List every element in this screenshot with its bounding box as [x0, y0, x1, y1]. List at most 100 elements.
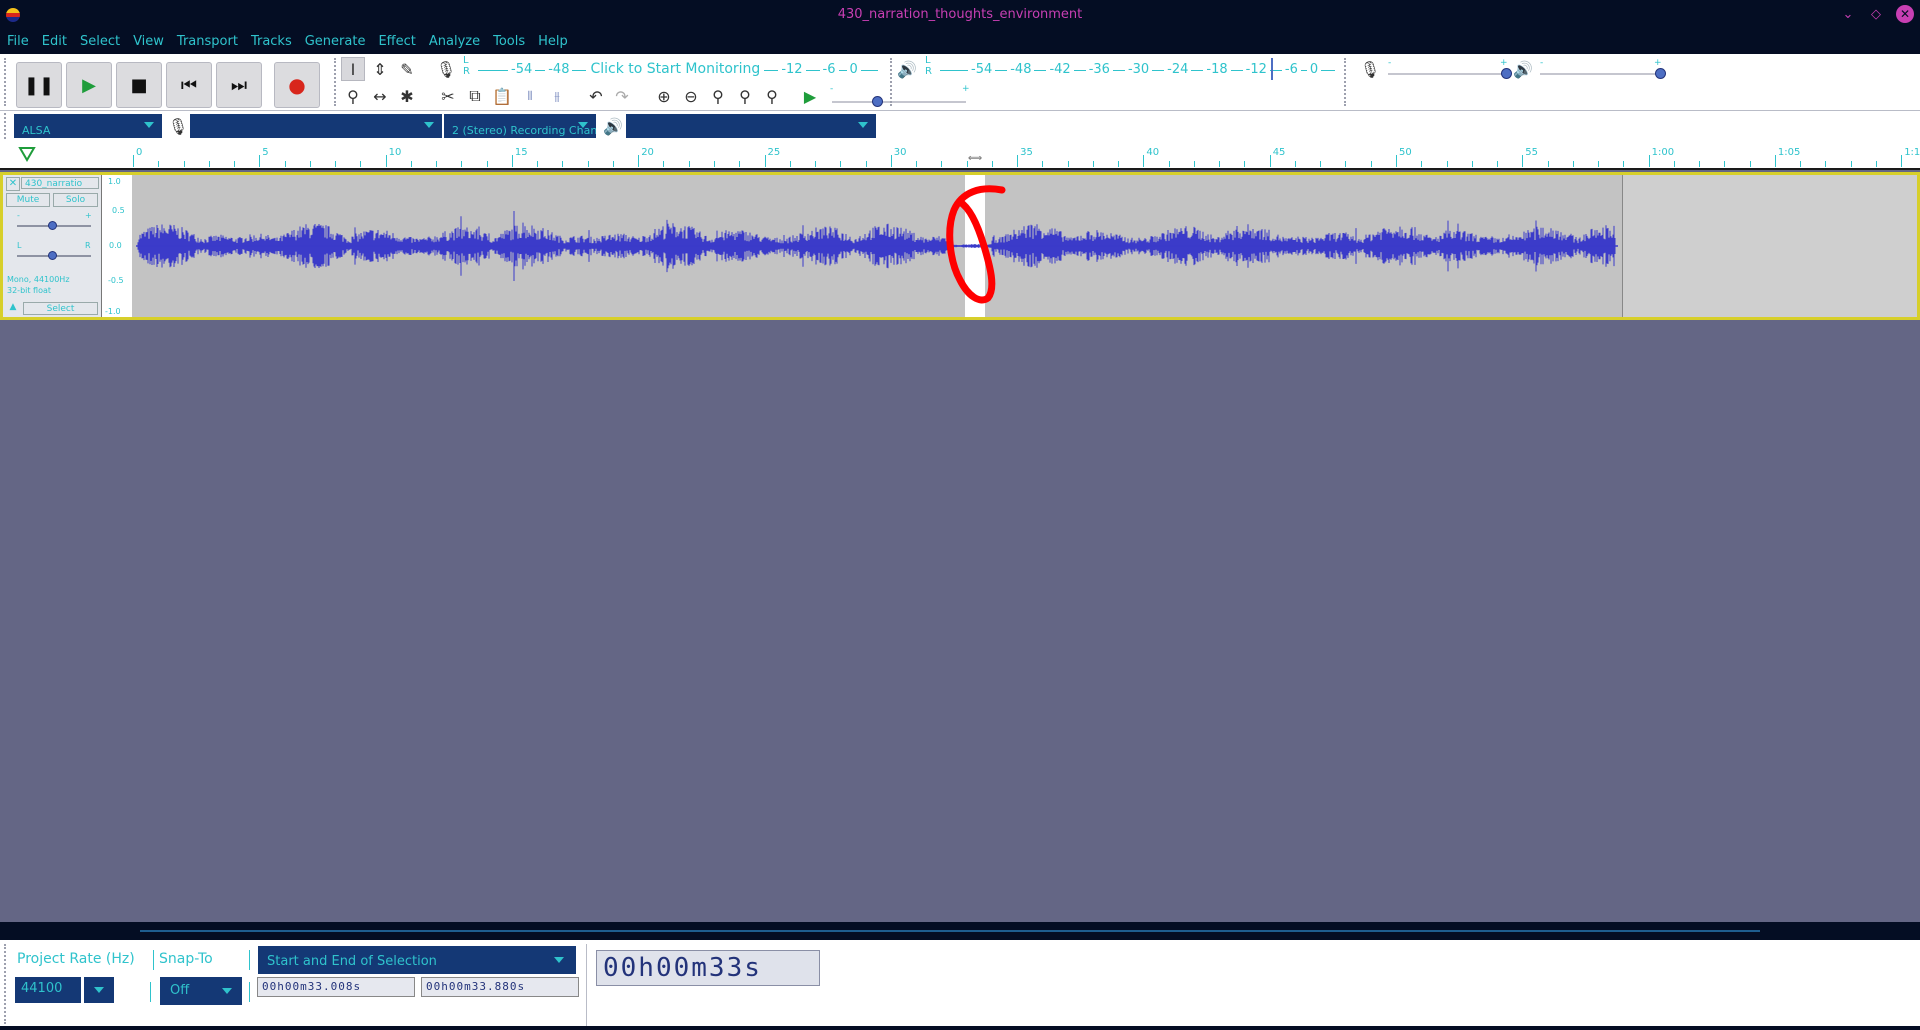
menu-tools[interactable]: Tools: [486, 30, 531, 54]
play-at-speed-icon: ▶: [803, 86, 817, 106]
mute-button[interactable]: Mute: [6, 193, 50, 207]
play-button[interactable]: ▶: [66, 62, 112, 108]
fit-selection-button[interactable]: ⚲: [706, 84, 730, 108]
time-shift-tool[interactable]: ↔: [368, 84, 392, 108]
copy-icon: ⧉: [469, 86, 481, 105]
selection-tool[interactable]: I: [341, 57, 365, 81]
ruler-minor-tick: [183, 161, 185, 167]
project-rate-input[interactable]: 44100: [15, 977, 81, 1003]
record-button[interactable]: ●: [274, 62, 320, 108]
track-control-panel: ✕ 430_narratio Mute Solo - + L R Mono, 4…: [3, 175, 101, 317]
skip-to-end-button[interactable]: ⏭: [216, 62, 262, 108]
collapse-track-icon[interactable]: ▲: [6, 302, 20, 315]
record-meter-button[interactable]: 🎙: [434, 57, 458, 81]
redo-button[interactable]: ↷: [610, 84, 634, 108]
gain-knob[interactable]: [48, 221, 57, 230]
stop-button[interactable]: ■: [116, 62, 162, 108]
zoom-tool[interactable]: ⚲: [341, 84, 365, 108]
draw-tool[interactable]: ✎: [395, 57, 419, 81]
copy-button[interactable]: ⧉: [463, 84, 487, 108]
ruler-minor-tick: [916, 161, 918, 167]
project-rate-label: Project Rate (Hz): [17, 951, 135, 967]
menu-tracks[interactable]: Tracks: [244, 30, 298, 54]
record-tick: -6: [819, 61, 839, 77]
recording-channels-value: 2 (Stereo) Recording Channels: [452, 124, 596, 137]
chevron-down-icon: [94, 987, 104, 993]
minimize-icon[interactable]: ⌄: [1840, 7, 1856, 22]
ruler-label: 25: [767, 147, 781, 158]
scrollbar-thumb[interactable]: [140, 930, 1760, 932]
empty-track-area[interactable]: [1622, 175, 1917, 317]
menu-effect[interactable]: Effect: [371, 30, 421, 54]
playback-device-select[interactable]: [626, 114, 876, 138]
menu-help[interactable]: Help: [531, 30, 574, 54]
mute-label: Mute: [16, 195, 40, 205]
play-speed-knob[interactable]: [872, 96, 883, 107]
cut-button[interactable]: ✂: [436, 84, 460, 108]
multi-tool[interactable]: ✱: [395, 84, 419, 108]
i-beam-icon: I: [350, 59, 356, 79]
pan-knob[interactable]: [48, 251, 57, 260]
trim-button[interactable]: ⫴: [518, 84, 542, 108]
envelope-tool[interactable]: ⇕: [368, 57, 392, 81]
close-icon[interactable]: ✕: [1896, 5, 1914, 23]
selection-end-field[interactable]: 00h00m33.880s: [421, 977, 579, 997]
tools-grip[interactable]: [334, 58, 340, 106]
pause-button[interactable]: ❚❚: [16, 62, 62, 108]
zoom-toggle-button[interactable]: ⚲: [760, 84, 784, 108]
track-select-button[interactable]: Select: [23, 302, 98, 315]
window-title: 430_narration_thoughts_environment: [837, 7, 1083, 22]
fit-project-button[interactable]: ⚲: [733, 84, 757, 108]
record-meter[interactable]: -54 -48 Click to Start Monitoring -12 -6…: [508, 58, 861, 80]
selection-mode-select[interactable]: Start and End of Selection: [258, 946, 576, 974]
chevron-down-icon: [144, 122, 154, 128]
playback-volume-knob[interactable]: [1655, 68, 1666, 79]
stop-icon: ■: [130, 74, 148, 96]
ruler-minor-tick: [1724, 161, 1726, 167]
menu-analyze[interactable]: Analyze: [422, 30, 486, 54]
selection-grip[interactable]: [4, 944, 10, 1024]
audio-position-display[interactable]: 00h00m33s: [596, 950, 820, 986]
playback-meter-button[interactable]: 🔊: [895, 57, 919, 81]
snap-to-select[interactable]: Off: [160, 977, 242, 1005]
solo-button[interactable]: Solo: [53, 193, 98, 207]
selection-start-field[interactable]: 00h00m33.008s: [257, 977, 415, 997]
menu-select[interactable]: Select: [73, 30, 126, 54]
track-close-icon[interactable]: ✕: [6, 177, 20, 191]
toolbar-grip[interactable]: [4, 58, 10, 106]
skip-to-start-button[interactable]: ⏮: [166, 62, 212, 108]
ruler-label: 1:00: [1651, 147, 1675, 158]
maximize-icon[interactable]: ◇: [1868, 7, 1884, 22]
chevron-down-icon: [222, 988, 232, 994]
menu-generate[interactable]: Generate: [298, 30, 372, 54]
zoom-out-button[interactable]: ⊖: [679, 84, 703, 108]
track-name-menu[interactable]: 430_narratio: [21, 177, 99, 189]
horizontal-scrollbar[interactable]: [0, 922, 1920, 940]
timeline-options-icon[interactable]: [18, 145, 36, 163]
undo-button[interactable]: ↶: [584, 84, 608, 108]
recording-channels-select[interactable]: 2 (Stereo) Recording Channels: [444, 114, 596, 138]
recording-device-select[interactable]: [190, 114, 442, 138]
waveform: [136, 211, 1618, 281]
ruler-minor-tick: [1446, 161, 1448, 167]
play-at-speed-button[interactable]: ▶: [798, 84, 822, 108]
record-volume-slider[interactable]: [1388, 73, 1506, 75]
menu-view[interactable]: View: [126, 30, 170, 54]
device-grip[interactable]: [4, 113, 10, 139]
audio-host-select[interactable]: ALSA: [14, 114, 162, 138]
menu-transport[interactable]: Transport: [170, 30, 244, 54]
menu-edit[interactable]: Edit: [35, 30, 73, 54]
zoom-in-button[interactable]: ⊕: [652, 84, 676, 108]
paste-button[interactable]: 📋: [490, 84, 514, 108]
selection-drag-handle-icon[interactable]: ⟺: [966, 153, 984, 165]
menu-file[interactable]: File: [0, 30, 35, 54]
mixer-grip[interactable]: [1344, 58, 1350, 106]
playback-volume-slider[interactable]: [1540, 73, 1662, 75]
timeline-ruler[interactable]: 0 5 10 15 20 25 30 35 40 45 50 55 1:00 1:05 1:10 ⟺: [0, 141, 1920, 170]
ruler-minor-tick: [663, 161, 665, 167]
silence-button[interactable]: ⫵: [545, 84, 569, 108]
play-speed-slider[interactable]: [832, 101, 966, 103]
monitor-label[interactable]: Click to Start Monitoring: [586, 61, 765, 77]
playback-meter[interactable]: -54 -48 -42 -36 -30 -24 -18 -12 -6 0: [968, 58, 1322, 80]
project-rate-dropdown[interactable]: [84, 977, 114, 1003]
